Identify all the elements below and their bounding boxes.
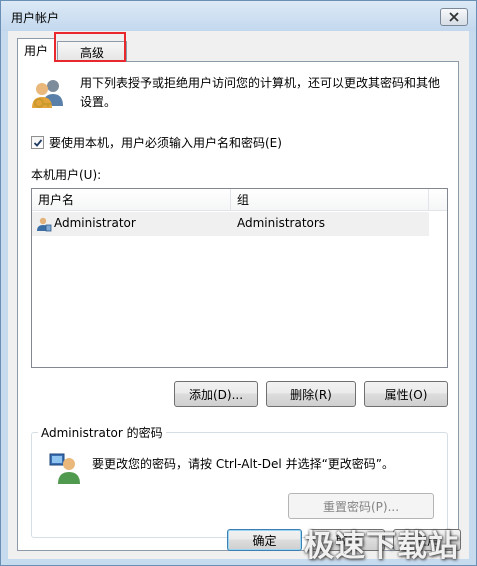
annotation-highlight-box [54,32,126,62]
properties-button[interactable]: 属性(O) [364,381,448,407]
column-header-username[interactable]: 用户名 [32,189,231,211]
window-title: 用户帐户 [11,11,60,25]
add-user-button[interactable]: 添加(D)... [174,381,258,407]
table-row[interactable]: Administrator Administrators [32,212,429,236]
require-login-checkbox[interactable] [31,136,44,149]
require-login-label[interactable]: 要使用本机，用户必须输入用户名和密码(E) [49,134,282,151]
local-users-label: 本机用户(U): [31,168,102,182]
intro-text: 用下列表授予或拒绝用户访问您的计算机，还可以更改其密码和其他设置。 [80,76,441,109]
dialog-client-area: 用户 高级 用下列表授予或拒绝用户访问您的计算机，还可以更改其密码和其他设置。 … [8,31,469,559]
users-tab-panel: 用下列表授予或拒绝用户访问您的计算机，还可以更改其密码和其他设置。 要使用本机，… [17,61,459,551]
user-password-icon [49,453,80,484]
close-icon [449,12,459,22]
row-group: Administrators [237,216,326,230]
local-users-list[interactable]: 用户名 组 Administrator Administrators [31,188,448,368]
user-icon [37,217,52,232]
list-header: 用户名 组 [32,189,447,211]
remove-user-button[interactable]: 删除(R) [266,381,356,407]
tab-users[interactable]: 用户 [17,38,55,62]
close-button[interactable] [440,8,468,26]
reset-password-button: 重置密码(P)... [288,493,434,519]
password-group-title: Administrator 的密码 [38,424,166,441]
tab-users-label: 用户 [23,44,48,58]
users-icon [32,80,63,108]
ok-button[interactable]: 确定 [227,529,302,551]
row-username: Administrator [54,216,136,230]
site-watermark: 极速下载站 [304,529,459,564]
column-header-group[interactable]: 组 [231,189,429,211]
user-accounts-window: 用户帐户 用户 高级 用下列表授予或拒绝用户访问您的计算机，还可以更改其密码和其… [0,0,477,566]
password-instruction: 要更改您的密码，请按 Ctrl-Alt-Del 并选择“更改密码”。 [92,457,395,471]
checkmark-icon [33,139,43,147]
title-bar[interactable]: 用户帐户 [1,1,476,31]
